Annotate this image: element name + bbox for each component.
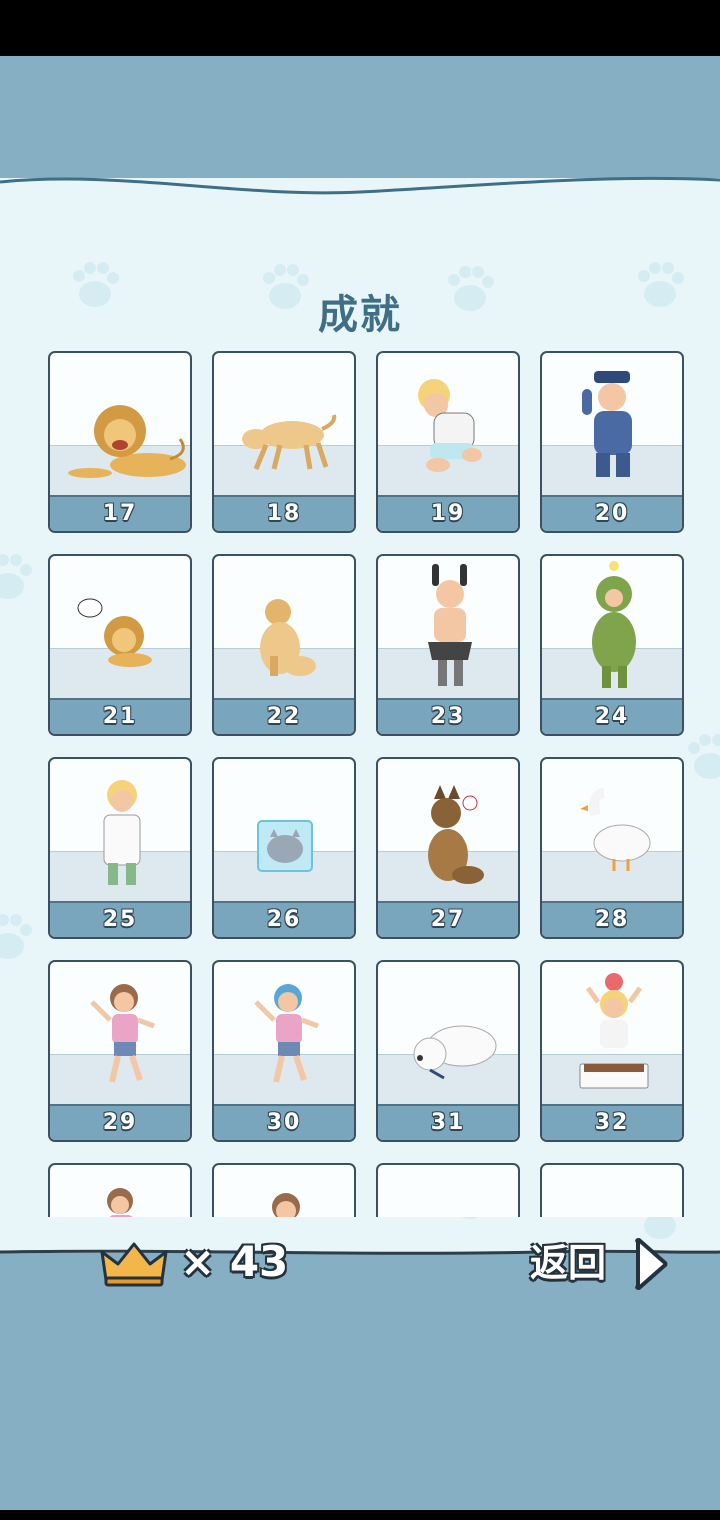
goose-illustration [580, 788, 651, 871]
card-number: 22 [266, 704, 302, 729]
navigation-bar [0, 1510, 720, 1520]
small-lion-illustration [77, 598, 152, 667]
police-officer-illustration [582, 371, 632, 477]
card-number: 31 [430, 1110, 466, 1135]
achievement-card[interactable]: 28 [540, 757, 684, 939]
boy-in-tub-illustration [579, 973, 649, 1089]
card-number: 21 [102, 704, 138, 729]
bottom-bar [0, 1253, 720, 1520]
status-bar [0, 0, 720, 56]
card-number: 20 [594, 501, 630, 526]
achievement-card[interactable]: 31 [376, 960, 520, 1142]
german-shepherd-illustration [428, 785, 484, 884]
achievement-card[interactable]: 27 [376, 757, 520, 939]
back-button[interactable]: 返回 [530, 1234, 670, 1292]
dog-sniffing-illustration [242, 414, 337, 470]
achievement-card[interactable]: 18 [212, 351, 356, 533]
card-number: 28 [594, 907, 630, 932]
achievement-card[interactable]: 23 [376, 554, 520, 736]
card-number: 23 [430, 704, 466, 729]
achievement-card[interactable] [48, 1163, 192, 1217]
sitting-dog-illustration [260, 599, 316, 676]
dancing-girl-blue-hair-illustration [254, 984, 319, 1083]
achievement-card[interactable]: 26 [212, 757, 356, 939]
page-title: 成就 [318, 292, 402, 338]
card-number: 30 [266, 1110, 302, 1135]
dancing-girl-illustration [90, 984, 155, 1083]
girl-illustration [107, 1188, 133, 1217]
card-number: 29 [102, 1110, 138, 1135]
doctor-illustration [103, 780, 141, 885]
card-number: 24 [594, 704, 630, 729]
card-number: 18 [266, 501, 302, 526]
crying-boy-illustration [418, 379, 482, 472]
achievement-card[interactable] [376, 1163, 520, 1217]
achievement-card[interactable]: 17 [48, 351, 192, 533]
crown-count: × 43 [180, 1237, 289, 1286]
bunny-costume-illustration [428, 564, 472, 686]
girl-illustration [272, 1193, 300, 1217]
card-number: 17 [102, 501, 138, 526]
achievement-card[interactable] [212, 1163, 356, 1217]
achievement-card[interactable]: 29 [48, 960, 192, 1142]
achievement-card[interactable]: 21 [48, 554, 192, 736]
green-costume-illustration [592, 561, 636, 688]
achievement-card[interactable]: 25 [48, 757, 192, 939]
cat-in-ice-illustration [257, 820, 313, 872]
card-number: 32 [594, 1110, 630, 1135]
card-number: 25 [102, 907, 138, 932]
back-label: 返回 [530, 1241, 607, 1285]
card-number: 27 [430, 907, 466, 932]
achievement-card[interactable]: 32 [540, 960, 684, 1142]
card-number: 26 [266, 907, 302, 932]
achievement-card[interactable]: 24 [540, 554, 684, 736]
achievement-card[interactable] [540, 1163, 684, 1217]
achievement-card[interactable]: 20 [540, 351, 684, 533]
achievement-card[interactable]: 22 [212, 554, 356, 736]
achievement-card[interactable]: 30 [212, 960, 356, 1142]
achievement-card[interactable]: 19 [376, 351, 520, 533]
lion-illustration [68, 405, 186, 478]
card-number: 19 [430, 501, 466, 526]
achievement-grid[interactable]: 17 18 19 20 21 22 23 24 25 26 27 28 29 3… [0, 345, 720, 1217]
play-arrow-icon [635, 1238, 668, 1290]
crown-icon [100, 1242, 168, 1287]
polar-bear-illustration [413, 1025, 497, 1080]
